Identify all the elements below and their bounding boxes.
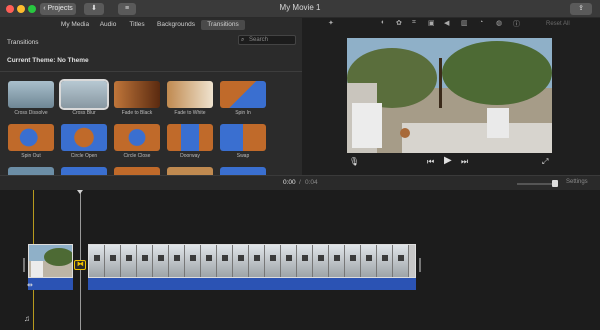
transition-label: Doorway [180, 153, 200, 159]
transition-thumbnail[interactable] [114, 167, 160, 175]
clip-frame [361, 245, 377, 277]
trim-handle-left[interactable] [23, 258, 25, 272]
clip-frame [121, 245, 137, 277]
clip-frame [313, 245, 329, 277]
transition-label: Spin In [235, 110, 251, 116]
clip-frame [137, 245, 153, 277]
share-icon: ⇪ [578, 5, 584, 12]
clip-frame [329, 245, 345, 277]
browser-tabs: My Media Audio Titles Backgrounds Transi… [0, 18, 302, 32]
skip-forward-icon[interactable]: ⏭ [461, 157, 468, 167]
tab-titles[interactable]: Titles [124, 20, 150, 30]
tab-audio[interactable]: Audio [97, 20, 119, 30]
video-frame [347, 38, 552, 153]
transition-label: Circle Open [70, 153, 98, 159]
transition-label: Swap [236, 153, 250, 159]
transition-thumbnail[interactable] [220, 167, 266, 175]
section-title: Transitions [7, 39, 39, 46]
clip-frame [217, 245, 233, 277]
tab-backgrounds[interactable]: Backgrounds [154, 20, 198, 30]
playhead-handle[interactable] [77, 190, 83, 194]
clip-frame [233, 245, 249, 277]
current-time: 0:00 [283, 179, 296, 186]
trim-handle-right[interactable] [419, 258, 421, 272]
color-correction-icon[interactable]: ✿ [396, 19, 402, 27]
search-icon: ⌕ [241, 37, 245, 43]
crop-icon[interactable]: ⌗ [412, 19, 416, 27]
microphone-icon[interactable]: 🎙 [349, 157, 359, 166]
clip-frame [377, 245, 393, 277]
audio-track-main[interactable] [88, 278, 416, 290]
transition-fade-to-black[interactable] [114, 81, 160, 108]
clip-filter-icon[interactable]: ◍ [496, 19, 502, 27]
clip-frame [153, 245, 169, 277]
transition-label: Fade to White [174, 110, 206, 116]
info-icon[interactable]: ⓘ [513, 19, 520, 29]
magic-wand-icon[interactable]: ✦ [328, 19, 334, 27]
divider [0, 71, 302, 72]
zoom-slider-knob[interactable] [552, 180, 558, 187]
fullscreen-icon[interactable]: ⤢ [542, 157, 548, 167]
share-button[interactable]: ⇪ [570, 3, 592, 15]
speed-icon[interactable]: ◔ [479, 19, 483, 26]
transition-thumbnail[interactable] [8, 167, 54, 175]
settings-button[interactable]: Settings [566, 179, 588, 185]
clip-frame [89, 245, 105, 277]
volume-icon[interactable]: ◀ [444, 19, 449, 27]
transition-label: Fade to Black [121, 110, 153, 116]
clip-frame [345, 245, 361, 277]
stabilization-icon[interactable]: ▣ [428, 19, 435, 27]
reset-all-button[interactable]: Reset All [546, 21, 570, 27]
noise-reduction-icon[interactable]: ▥ [461, 19, 468, 27]
transition-thumbnail[interactable] [61, 167, 107, 175]
clip-frame [297, 245, 313, 277]
clip-frame [249, 245, 265, 277]
zoom-slider[interactable] [517, 183, 557, 185]
transition-label: Circle Close [123, 153, 151, 159]
transition-fade-to-white[interactable] [167, 81, 213, 108]
video-clip-main[interactable] [88, 244, 416, 278]
transition-cross-dissolve[interactable] [8, 81, 54, 108]
transition-icon: ⧓ [77, 261, 84, 268]
transition-circle-open[interactable] [61, 124, 107, 151]
clip-frame [169, 245, 185, 277]
transition-label: Cross Dissolve [14, 110, 48, 116]
transition-spin-out[interactable] [8, 124, 54, 151]
time-separator: / [299, 179, 301, 186]
play-icon[interactable]: ▶ [444, 155, 452, 166]
clip-frame [105, 245, 121, 277]
transition-circle-close[interactable] [114, 124, 160, 151]
transition-marker[interactable]: ⧓ [74, 260, 86, 270]
clip-frame [201, 245, 217, 277]
clip-frame [185, 245, 201, 277]
clip-frame [393, 245, 409, 277]
transition-cross-blur[interactable] [59, 79, 109, 110]
skip-back-icon[interactable]: ⏮ [427, 157, 434, 167]
current-theme-label: Current Theme: No Theme [7, 57, 89, 64]
music-note-icon: ♫ [24, 314, 30, 323]
video-clip[interactable] [28, 244, 73, 278]
cursor-icon: ⇹ [27, 282, 33, 289]
window-title: My Movie 1 [279, 3, 321, 12]
clip-thumbnail [29, 245, 72, 277]
title-bar: ‹ Projects ⬇ ≡ My Movie 1 ⇪ [0, 0, 600, 18]
transition-label: Spin Out [21, 153, 41, 159]
video-preview [347, 38, 552, 153]
transition-label: Cross Blur [72, 110, 96, 116]
total-time: 0:04 [305, 179, 318, 186]
clip-frame [281, 245, 297, 277]
transition-doorway[interactable] [167, 124, 213, 151]
transition-spin-in[interactable] [220, 81, 266, 108]
transition-swap[interactable] [220, 124, 266, 151]
clip-frame [265, 245, 281, 277]
tab-my-media[interactable]: My Media [55, 20, 95, 30]
tab-transitions[interactable]: Transitions [201, 20, 245, 30]
audio-track[interactable] [28, 278, 73, 290]
transition-thumbnail[interactable] [167, 167, 213, 175]
search-input[interactable]: Search [238, 35, 296, 45]
color-balance-icon[interactable]: ◐ [381, 19, 385, 26]
